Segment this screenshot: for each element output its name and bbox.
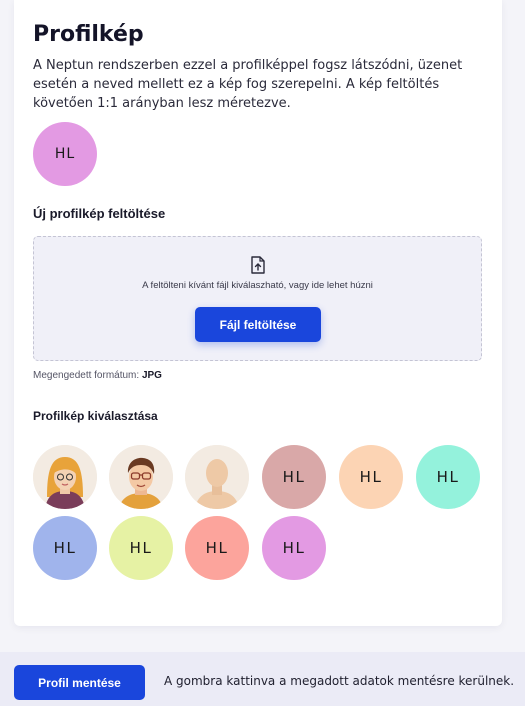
file-dropzone[interactable] <box>33 236 482 361</box>
man-glasses-avatar-icon <box>109 445 173 509</box>
footer-note: A gombra kattinva a megadott adatok ment… <box>164 674 515 688</box>
file-upload-icon <box>250 256 266 274</box>
avatar-option-man-glasses[interactable] <box>109 445 173 509</box>
upload-file-button[interactable]: Fájl feltöltése <box>195 307 321 342</box>
avatar-option-label: HL <box>282 539 306 557</box>
avatar-option-label: HL <box>205 539 229 557</box>
dropzone-text: A feltölteni kívánt fájl kiválaszható, v… <box>142 280 373 291</box>
avatar-option-initials[interactable]: HL <box>262 445 326 509</box>
silhouette-avatar-icon <box>185 445 249 509</box>
avatar-option-initials[interactable]: HL <box>339 445 403 509</box>
avatar-option-initials[interactable]: HL <box>109 516 173 580</box>
woman-avatar-icon <box>33 445 97 509</box>
current-avatar-initials: HL <box>54 146 76 162</box>
profile-description: A Neptun rendszerben ezzel a profilképpe… <box>33 58 463 111</box>
allowed-formats: Megengedett formátum: JPG <box>33 370 162 381</box>
avatar-option-label: HL <box>129 539 153 557</box>
avatar-option-initials[interactable]: HL <box>262 516 326 580</box>
current-avatar: HL <box>33 122 97 186</box>
avatar-option-label: HL <box>436 468 460 486</box>
avatar-option-silhouette[interactable] <box>185 445 249 509</box>
allowed-formats-label: Megengedett formátum: <box>33 370 140 381</box>
avatar-option-label: HL <box>53 539 77 557</box>
avatar-option-label: HL <box>359 468 383 486</box>
avatar-option-initials[interactable]: HL <box>416 445 480 509</box>
avatar-option-woman[interactable] <box>33 445 97 509</box>
allowed-formats-value: JPG <box>141 370 162 381</box>
avatar-option-label: HL <box>282 468 306 486</box>
page-title: Profilkép <box>33 22 144 47</box>
avatar-option-initials[interactable]: HL <box>185 516 249 580</box>
save-profile-button[interactable]: Profil mentése <box>14 665 145 700</box>
upload-section-title: Új profilkép feltöltése <box>33 206 166 221</box>
avatar-option-initials[interactable]: HL <box>33 516 97 580</box>
avatar-selection-title: Profilkép kiválasztása <box>33 409 158 423</box>
